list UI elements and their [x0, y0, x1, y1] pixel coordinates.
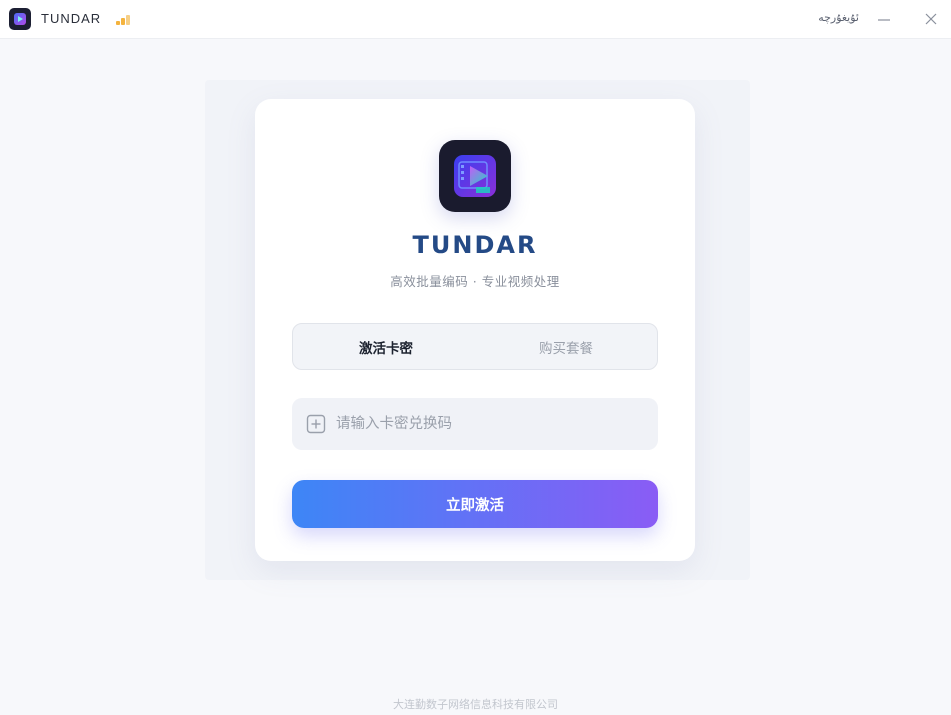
activate-button[interactable]: 立即激活 [292, 480, 658, 528]
app-logo-icon [9, 8, 31, 30]
code-input[interactable] [336, 408, 646, 440]
close-button[interactable] [919, 8, 943, 30]
title-bar: TUNDAR ئۇيغۇرچە [0, 0, 951, 39]
activation-tabs: 激活卡密 购买套餐 [292, 323, 658, 370]
plus-square-icon [306, 414, 326, 434]
minimize-button[interactable] [872, 8, 896, 30]
language-switch[interactable]: ئۇيغۇرچە [818, 11, 859, 24]
brand-logo-icon [439, 140, 511, 212]
app-title: TUNDAR [41, 11, 102, 26]
tab-buy-plan[interactable]: 购买套餐 [475, 324, 657, 369]
code-input-field[interactable] [292, 398, 658, 450]
tab-activate-code[interactable]: 激活卡密 [295, 324, 477, 369]
footer-company: 大连勤数子网络信息科技有限公司 [393, 698, 558, 711]
brand-tagline: 高效批量编码 · 专业视频处理 [390, 274, 560, 289]
activation-card: TUNDAR 高效批量编码 · 专业视频处理 激活卡密 购买套餐 立即激活 [255, 99, 695, 561]
minimize-icon [878, 19, 890, 21]
brand-name: TUNDAR [412, 231, 538, 259]
signal-bars-icon [116, 13, 132, 25]
close-icon [925, 13, 937, 25]
